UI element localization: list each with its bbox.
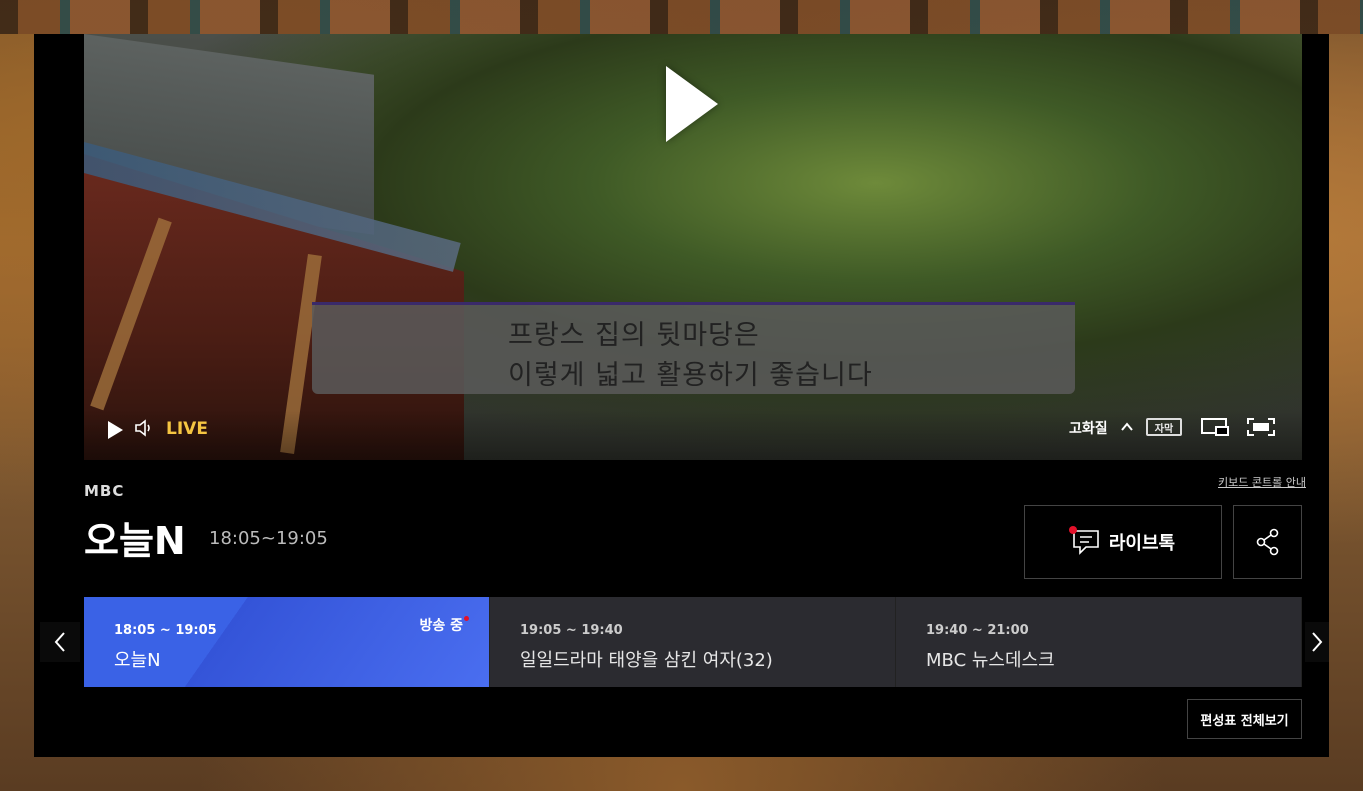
subtitle-box: 프랑스 집의 뒷마당은 이렇게 넓고 활용하기 좋습니다 bbox=[312, 302, 1075, 394]
schedule-time: 19:05 ~ 19:40 bbox=[520, 623, 623, 638]
notification-dot bbox=[1068, 526, 1077, 534]
on-air-dot bbox=[464, 616, 469, 621]
player-panel: 프랑스 집의 뒷마당은 이렇게 넓고 활용하기 좋습니다 LIVE 고화질 자막 bbox=[34, 34, 1329, 757]
on-air-badge: 방송 중 bbox=[419, 618, 463, 634]
program-time: 18:05~19:05 bbox=[209, 528, 328, 549]
schedule-time: 19:40 ~ 21:00 bbox=[926, 623, 1029, 638]
program-title: 오늘N bbox=[84, 519, 186, 563]
live-badge: LIVE bbox=[166, 419, 208, 439]
subtitle-line-1: 프랑스 집의 뒷마당은 bbox=[508, 320, 760, 351]
live-talk-button[interactable]: 라이브톡 bbox=[1024, 505, 1222, 579]
video-player[interactable]: 프랑스 집의 뒷마당은 이렇게 넓고 활용하기 좋습니다 LIVE 고화질 자막 bbox=[84, 34, 1302, 460]
schedule-item[interactable]: 19:40 ~ 21:00 MBC 뉴스데스크 bbox=[896, 597, 1302, 687]
schedule-list: 18:05 ~ 19:05 오늘N 방송 중 19:05 ~ 19:40 일일드… bbox=[84, 597, 1302, 687]
control-bar bbox=[84, 410, 1302, 460]
subtitle-toggle-button[interactable]: 자막 bbox=[1146, 418, 1182, 436]
chevron-up-icon[interactable] bbox=[1120, 419, 1134, 433]
background-photo bbox=[0, 0, 1363, 34]
share-icon bbox=[1256, 528, 1278, 556]
keyboard-help-link[interactable]: 키보드 콘트롤 안내 bbox=[1218, 474, 1306, 490]
schedule-prev-button[interactable] bbox=[40, 622, 80, 662]
full-schedule-button[interactable]: 편성표 전체보기 bbox=[1187, 699, 1302, 739]
play-icon[interactable] bbox=[108, 421, 123, 439]
pip-icon[interactable] bbox=[1200, 417, 1230, 437]
schedule-item[interactable]: 19:05 ~ 19:40 일일드라마 태양을 삼킨 여자(32) bbox=[490, 597, 896, 687]
chevron-right-icon bbox=[1312, 632, 1323, 652]
schedule-title: 일일드라마 태양을 삼킨 여자(32) bbox=[520, 650, 773, 671]
subtitle-toggle-label: 자막 bbox=[1154, 423, 1174, 435]
schedule-title: MBC 뉴스데스크 bbox=[926, 650, 1055, 671]
share-button[interactable] bbox=[1233, 505, 1302, 579]
schedule-title: 오늘N bbox=[114, 650, 161, 671]
quality-button[interactable]: 고화질 bbox=[1069, 418, 1108, 438]
fullscreen-icon[interactable] bbox=[1246, 417, 1276, 437]
schedule-item[interactable]: 18:05 ~ 19:05 오늘N 방송 중 bbox=[84, 597, 490, 687]
chevron-left-icon bbox=[54, 632, 65, 652]
volume-icon[interactable] bbox=[134, 418, 154, 438]
channel-logo: MBC bbox=[84, 482, 125, 500]
live-talk-label: 라이브톡 bbox=[1108, 533, 1176, 554]
schedule-next-button[interactable] bbox=[1305, 622, 1329, 662]
play-big-icon[interactable] bbox=[666, 66, 718, 142]
subtitle-line-2: 이렇게 넓고 활용하기 좋습니다 bbox=[508, 360, 873, 391]
chat-icon bbox=[1068, 526, 1101, 556]
